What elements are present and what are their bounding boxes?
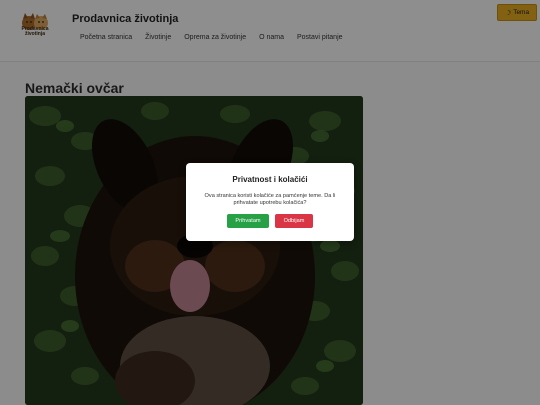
accept-button[interactable]: Prihvatam xyxy=(227,214,269,228)
dialog-message: Ova stranica koristi kolačiće za pamćenj… xyxy=(204,193,336,206)
cookie-consent-dialog: Privatnost i kolačići Ova stranica koris… xyxy=(186,163,354,241)
decline-button[interactable]: Odbijam xyxy=(275,214,313,228)
dialog-title: Privatnost i kolačići xyxy=(232,175,308,184)
